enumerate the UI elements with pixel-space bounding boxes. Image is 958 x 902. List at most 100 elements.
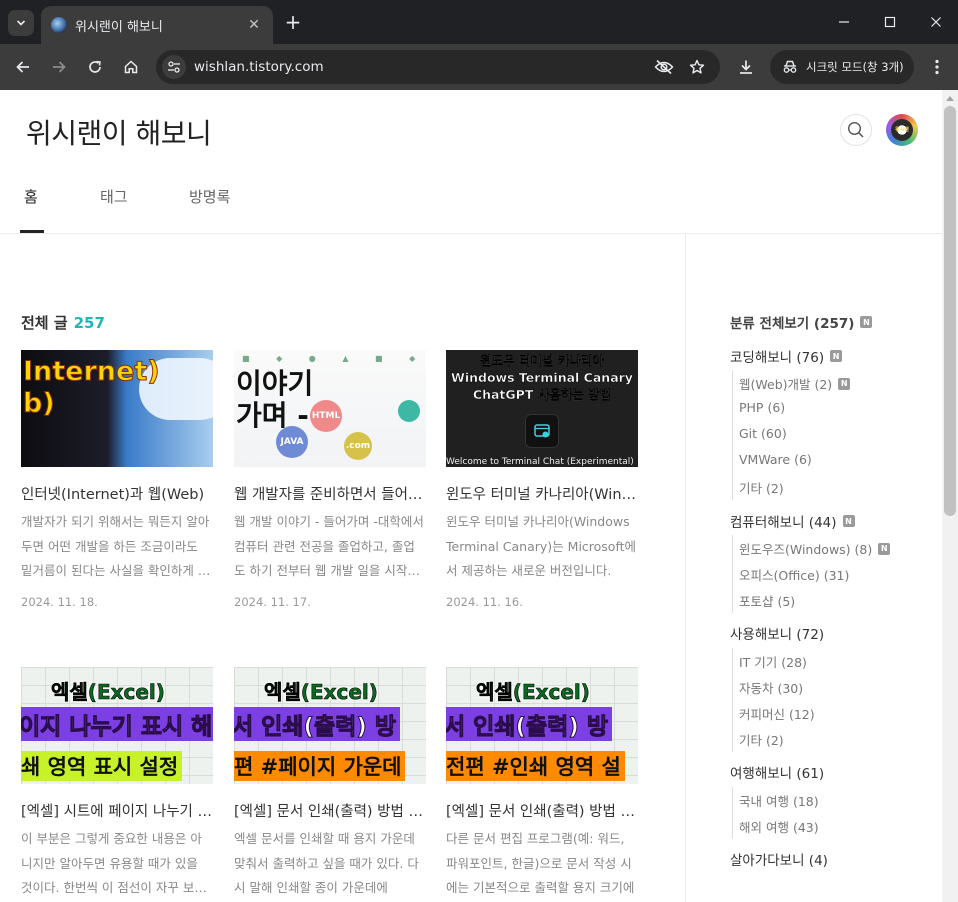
vertical-scrollbar[interactable] (942, 90, 958, 902)
new-tab-button[interactable]: + (282, 12, 304, 34)
thumbnail-title: 엑셀(Excel) (264, 680, 379, 705)
favicon-icon (51, 17, 67, 33)
avatar[interactable]: 위시랜 (886, 114, 918, 146)
post-thumbnail[interactable]: ■ ◆ ● ▲ ■ ◆ ● 이야기 가며 - HTML JAVA .com (234, 350, 426, 467)
new-badge: N (830, 350, 843, 362)
reload-icon (89, 60, 101, 73)
browser-tab[interactable]: 위시랜이 해보니 ✕ (41, 6, 273, 44)
reload-button[interactable] (81, 53, 109, 81)
post-summary[interactable]: 윈도우 터미널 카나리아(Windows Terminal Canary)는 M… (446, 510, 638, 584)
menu-button[interactable] (923, 53, 951, 81)
category-usage[interactable]: 사용해보니 (72) (730, 623, 824, 643)
subcategory-guide (732, 648, 733, 752)
bookmark-button[interactable] (687, 57, 707, 77)
subcategory-guide (732, 535, 733, 613)
post-summary[interactable]: 이 부분은 그렇게 중요한 내용은 아니지만 알아두면 유용할 때가 있을 것이… (21, 827, 213, 901)
subcategory-office[interactable]: 오피스(Office) (31) (739, 565, 849, 584)
category-coding[interactable]: 코딩해보니 (76) N (730, 346, 843, 366)
downloads-button[interactable] (732, 53, 760, 81)
eye-off-icon (654, 59, 674, 75)
scrollbar-thumb[interactable] (944, 106, 956, 516)
home-icon (124, 60, 138, 74)
maximize-icon (884, 16, 896, 28)
home-button[interactable] (117, 53, 145, 81)
subcategory-coffee-machine[interactable]: 커피머신 (12) (739, 704, 815, 723)
thumbnail-title: 엑셀(Excel) (51, 680, 166, 705)
category-all[interactable]: 분류 전체보기 (257) N (730, 312, 873, 332)
thumbnail-line-1: 이지 나누기 표시 해 (21, 707, 213, 741)
post-title[interactable]: [엑셀] 시트에 페이지 나누기 표시 (21, 800, 213, 821)
post-summary[interactable]: 개발자가 되기 위해서는 뭐든지 알아두면 어떤 개발을 하든 조금이라도 밑거… (21, 510, 213, 584)
url-text[interactable]: wishlan.tistory.com (194, 59, 324, 75)
search-button[interactable] (840, 114, 872, 146)
arrow-right-icon (53, 61, 66, 73)
subcategory-it-devices[interactable]: IT 기기 (28) (739, 652, 807, 671)
more-vertical-icon (935, 59, 939, 75)
tab-search-button[interactable] (8, 10, 34, 36)
subcategory-etc[interactable]: 기타 (2) (739, 478, 784, 497)
star-icon (689, 59, 705, 74)
post-thumbnail[interactable]: 윈도우 터미널 카나리아 Windows Terminal Canary Cha… (446, 350, 638, 467)
post-date: 2024. 11. 17. (234, 595, 311, 609)
site-info-button[interactable] (162, 55, 186, 79)
subcategory-overseas-travel[interactable]: 해외 여행 (43) (739, 817, 819, 836)
download-icon (740, 60, 752, 74)
forward-button[interactable] (45, 53, 73, 81)
new-badge: N (842, 515, 855, 527)
post-date: 2024. 11. 16. (446, 595, 523, 609)
subcategory-domestic-travel[interactable]: 국내 여행 (18) (739, 791, 819, 810)
tab-strip: 위시랜이 해보니 ✕ + (0, 0, 958, 44)
post-title[interactable]: [엑셀] 문서 인쇄(출력) 방법 페이지 가운데 (234, 800, 426, 821)
maximize-button[interactable] (876, 10, 904, 34)
tab-tags[interactable]: 태그 (100, 186, 128, 207)
scroll-up-arrow-icon[interactable] (946, 96, 954, 101)
post-thumbnail[interactable]: 엑셀(Excel) 서 인쇄(출력) 방 전편 #인쇄 영역 설 (446, 667, 638, 784)
post-summary[interactable]: 다른 문서 편집 프로그램(예: 워드, 파워포인트, 한글)으로 문서 작성 … (446, 827, 638, 901)
category-life[interactable]: 살아가다보니 (4) (730, 849, 828, 869)
all-posts-label: 전체 글 (21, 314, 68, 332)
category-computer[interactable]: 컴퓨터해보니 (44) N (730, 511, 855, 531)
subcategory-photoshop[interactable]: 포토샵 (5) (739, 591, 795, 610)
post-title[interactable]: 윈도우 터미널 카나리아(Windows Terminal Canary) (446, 483, 638, 504)
thumbnail-line-2: 쇄 영역 표시 설정 (21, 751, 183, 781)
minimize-button[interactable] (830, 10, 858, 34)
new-badge: N (878, 542, 891, 555)
all-posts-count: 257 (73, 314, 105, 332)
browser-toolbar: wishlan.tistory.com 시크릿 모드(창 3개) (0, 44, 958, 90)
post-summary[interactable]: 웹 개발 이야기 - 들어가며 -대학에서 컴퓨터 관련 전공을 졸업하고, 졸… (234, 510, 426, 584)
tune-icon (168, 61, 180, 73)
subcategory-car[interactable]: 자동차 (30) (739, 678, 803, 697)
subcategory-guide (732, 370, 733, 500)
subcategory-php[interactable]: PHP (6) (739, 400, 785, 415)
close-window-button[interactable] (922, 10, 950, 34)
subcategory-etc[interactable]: 기타 (2) (739, 730, 784, 749)
header-divider (0, 233, 942, 234)
post-thumbnail[interactable]: 엑셀(Excel) 이지 나누기 표시 해 쇄 영역 표시 설정 (21, 667, 213, 784)
incognito-indicator[interactable]: 시크릿 모드(창 3개) (770, 50, 914, 84)
post-summary[interactable]: 엑셀 문서를 인쇄할 때 용지 가운데 맞춰서 출력하고 싶을 때가 있다. 다… (234, 827, 426, 901)
category-travel[interactable]: 여행해보니 (61) (730, 762, 824, 782)
chevron-down-icon (16, 20, 26, 26)
com-bubble: .com (344, 432, 372, 460)
tab-home[interactable]: 홈 (24, 186, 38, 207)
post-thumbnail[interactable]: Internet) b) (21, 350, 213, 467)
terminal-chat-icon (525, 414, 559, 448)
minimize-icon (839, 21, 849, 23)
address-bar[interactable]: wishlan.tistory.com (156, 50, 720, 84)
post-thumbnail[interactable]: 엑셀(Excel) 서 인쇄(출력) 방 편 #페이지 가운데 (234, 667, 426, 784)
subcategory-web[interactable]: 웹(Web)개발 (2) N (739, 374, 851, 393)
tracking-protection-button[interactable] (654, 57, 674, 77)
main-nav: 홈 태그 방명록 (0, 186, 942, 234)
back-button[interactable] (9, 53, 37, 81)
post-title[interactable]: [엑셀] 문서 인쇄(출력) 방법 인쇄 영역 설정 (446, 800, 638, 821)
post-title[interactable]: 인터넷(Internet)과 웹(Web) (21, 483, 213, 504)
thumbnail-footer: Welcome to Terminal Chat (Experimental) (446, 457, 634, 467)
tab-close-icon[interactable]: ✕ (245, 17, 263, 33)
subcategory-vmware[interactable]: VMWare (6) (739, 452, 812, 467)
blog-title[interactable]: 위시랜이 해보니 (26, 112, 212, 152)
thumbnail-line-2: 편 #페이지 가운데 (234, 751, 406, 781)
subcategory-git[interactable]: Git (60) (739, 426, 787, 441)
tab-guestbook[interactable]: 방명록 (189, 186, 230, 207)
subcategory-windows[interactable]: 윈도우즈(Windows) (8) N (739, 539, 891, 558)
post-title[interactable]: 웹 개발자를 준비하면서 들어가며 (234, 483, 426, 504)
